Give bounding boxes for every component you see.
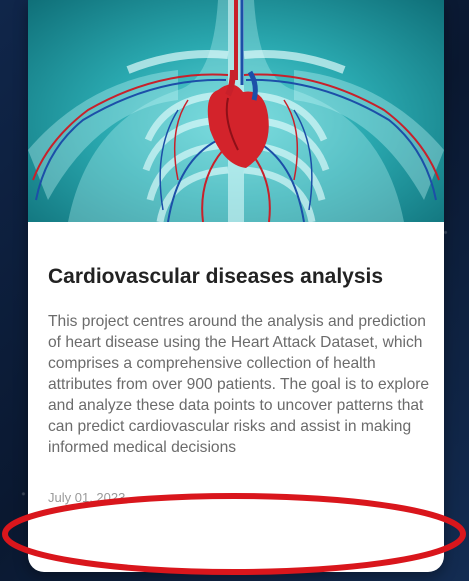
card-title[interactable]: Cardiovascular diseases analysis — [48, 263, 428, 290]
card-description: This project centres around the analysis… — [48, 313, 430, 456]
card-date: July 01, 2023 — [48, 490, 126, 505]
project-card[interactable]: Cardiovascular diseases analysis This pr… — [28, 0, 444, 572]
project-image — [28, 0, 444, 222]
anatomy-heart-icon — [28, 0, 444, 222]
